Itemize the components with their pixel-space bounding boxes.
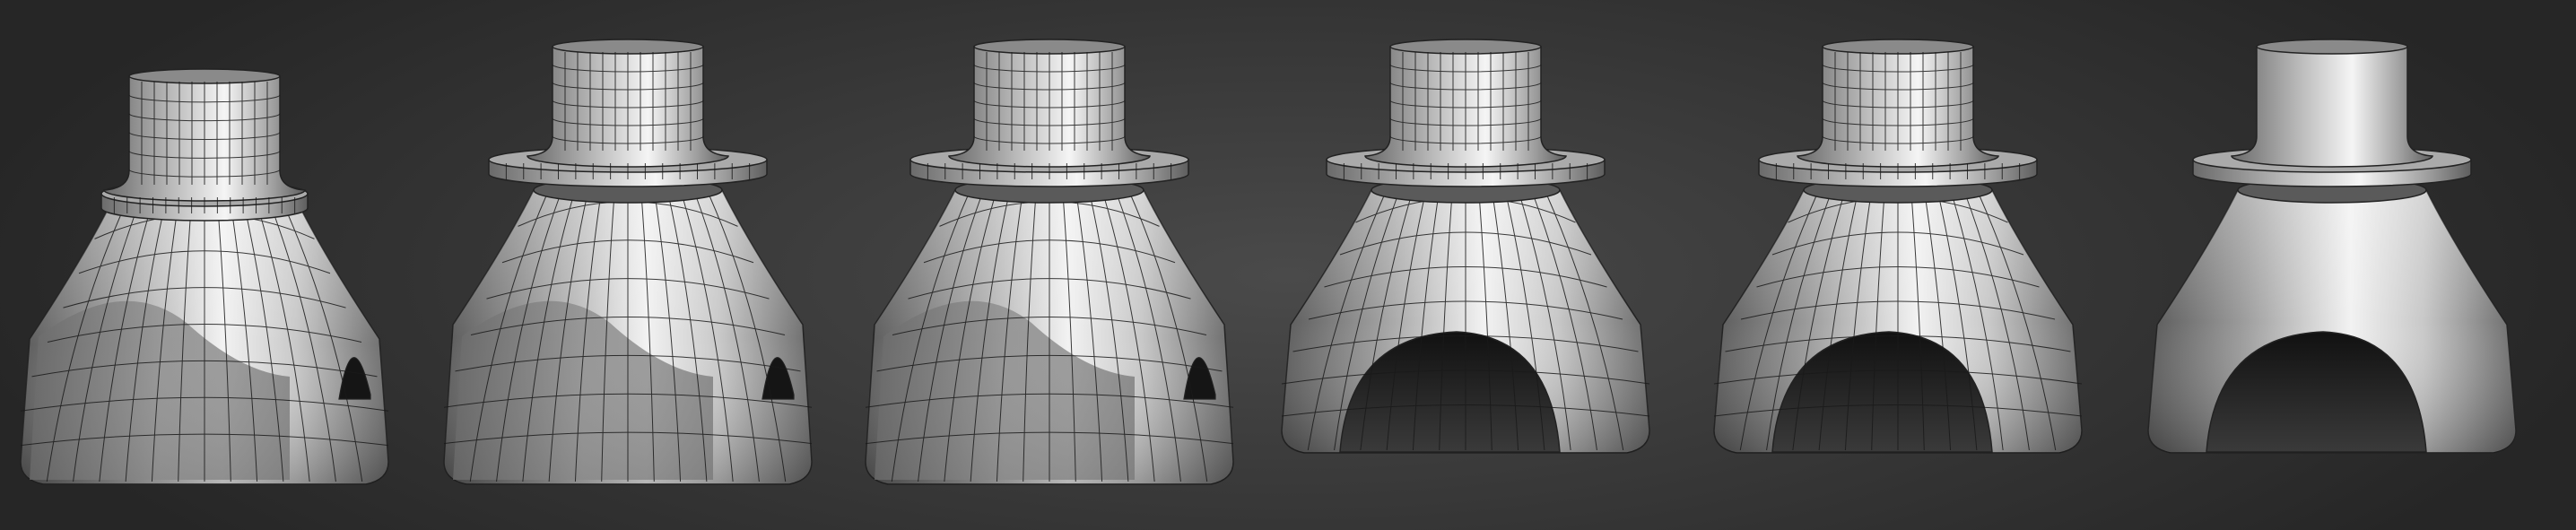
- 3d-viewport[interactable]: [0, 0, 2576, 530]
- neck-top: [128, 68, 281, 84]
- model-stage-5[interactable]: [1713, 39, 2083, 454]
- neck-cylinder: [2231, 46, 2433, 168]
- neck-top: [552, 39, 704, 55]
- model-stage-4[interactable]: [1281, 39, 1650, 454]
- model-stage-2[interactable]: [443, 39, 813, 485]
- render-scene: [20, 39, 2517, 485]
- neck-top: [973, 39, 1126, 55]
- model-stage-6[interactable]: [2147, 39, 2517, 454]
- model-stage-3[interactable]: [865, 39, 1234, 485]
- neck-top: [2256, 39, 2408, 55]
- neck-top: [1389, 39, 1542, 55]
- model-stage-1[interactable]: [20, 68, 389, 485]
- neck-top: [1822, 39, 1974, 55]
